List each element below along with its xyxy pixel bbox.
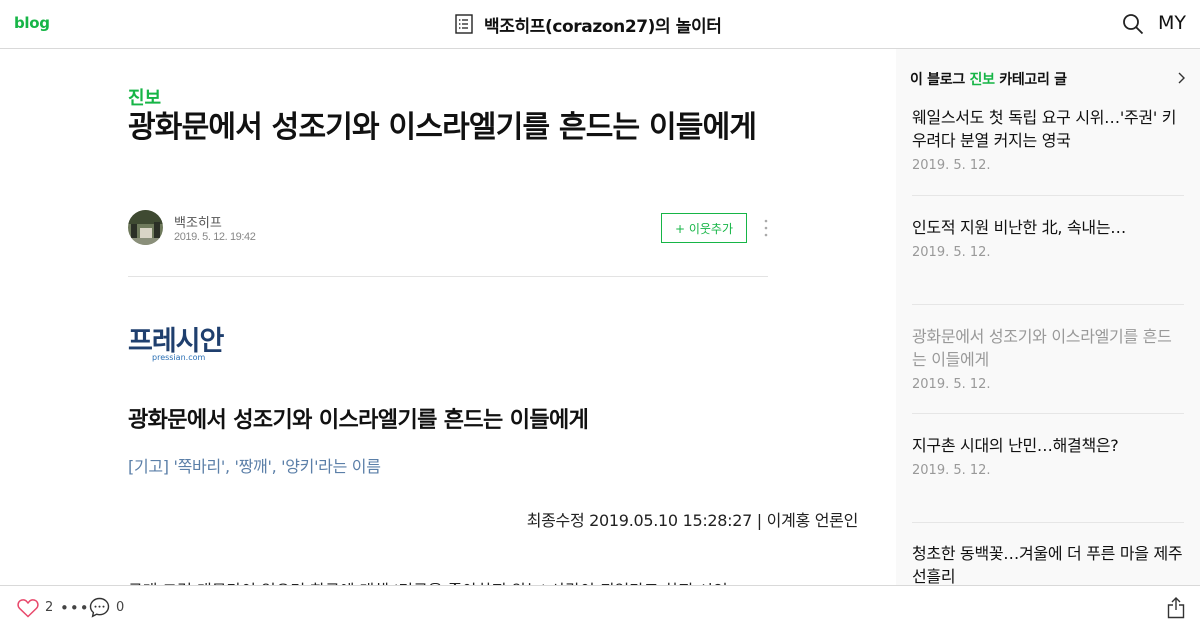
sidebar-post-item-current[interactable]: 광화문에서 성조기와 이스라엘기를 흔드는 이들에게 2019. 5. 12. xyxy=(912,325,1184,392)
post-content: 진보 광화문에서 성조기와 이스라엘기를 흔드는 이들에게 백조히프 2019.… xyxy=(0,49,896,585)
avatar[interactable] xyxy=(128,210,163,245)
post-category[interactable]: 진보 xyxy=(128,84,161,110)
chevron-right-icon[interactable] xyxy=(1176,71,1186,85)
article-meta: 최종수정 2019.05.10 15:28:27 | 이계홍 언론인 xyxy=(526,511,859,530)
likers-more-button[interactable]: ••• xyxy=(60,599,90,617)
sidebar-post-title: 청초한 동백꽃…겨울에 더 푸른 마을 제주 선흘리 xyxy=(912,544,1183,585)
blog-logo[interactable]: blog xyxy=(14,14,50,32)
sidebar-post-item[interactable]: 인도적 지원 비난한 北, 속내는… 2019. 5. 12. xyxy=(912,216,1184,260)
post-date: 2019. 5. 12. 19:42 xyxy=(174,231,256,243)
pressian-logo: 프레시안 pressian.com xyxy=(128,326,226,362)
share-icon[interactable] xyxy=(1167,597,1185,619)
sidebar-separator xyxy=(912,195,1184,196)
sidebar-post-item[interactable]: 청초한 동백꽃…겨울에 더 푸른 마을 제주 선흘리 xyxy=(912,542,1184,585)
my-menu-link[interactable]: MY xyxy=(1158,12,1186,34)
sidebar-post-title: 광화문에서 성조기와 이스라엘기를 흔드는 이들에게 xyxy=(912,327,1172,369)
comment-icon[interactable] xyxy=(89,597,110,618)
post-title: 광화문에서 성조기와 이스라엘기를 흔드는 이들에게 xyxy=(128,110,757,145)
sidebar-post-item[interactable]: 지구촌 시대의 난민…해결책은? 2019. 5. 12. xyxy=(912,434,1184,478)
sidebar-post-item[interactable]: 웨일스서도 첫 독립 요구 시위…'주권' 키우려다 분열 커지는 영국 201… xyxy=(912,106,1184,173)
sidebar-separator xyxy=(912,522,1184,523)
sidebar-post-date: 2019. 5. 12. xyxy=(912,158,991,173)
top-header: blog 백조히프(corazon27)의 놀이터 MY xyxy=(0,0,1200,49)
more-options-icon[interactable] xyxy=(763,218,769,238)
sidebar-post-date: 2019. 5. 12. xyxy=(912,377,991,392)
category-posts-sidebar: 이 블로그 진보 카테고리 글 웨일스서도 첫 독립 요구 시위…'주권' 키우… xyxy=(896,49,1200,585)
sidebar-post-title: 인도적 지원 비난한 北, 속내는… xyxy=(912,218,1126,237)
article-headline: 광화문에서 성조기와 이스라엘기를 흔드는 이들에게 xyxy=(128,408,589,433)
heart-icon[interactable] xyxy=(17,598,39,618)
article-subhead: [기고] '쪽바리', '짱깨', '양키'라는 이름 xyxy=(128,457,381,476)
svg-text:pressian.com: pressian.com xyxy=(152,353,205,362)
avatar-image xyxy=(128,210,163,245)
article-body: 근래 그런 대목만이 있으며 한국에 대해 '미군을 좋아하지 않는' 사람이 … xyxy=(128,577,858,585)
comment-count: 0 xyxy=(116,600,125,615)
bottom-action-bar: 2 ••• 0 xyxy=(0,585,1200,630)
sidebar-heading-suffix: 카테고리 글 xyxy=(999,72,1067,88)
sidebar-heading[interactable]: 이 블로그 진보 카테고리 글 xyxy=(910,69,1067,89)
add-neighbor-button[interactable]: + 이웃추가 xyxy=(661,213,747,243)
sidebar-post-title: 웨일스서도 첫 독립 요구 시위…'주권' 키우려다 분열 커지는 영국 xyxy=(912,108,1177,150)
blog-title-link[interactable]: 백조히프(corazon27)의 놀이터 xyxy=(455,13,722,37)
sidebar-post-date: 2019. 5. 12. xyxy=(912,463,991,478)
sidebar-post-date: 2019. 5. 12. xyxy=(912,245,991,260)
search-icon[interactable] xyxy=(1122,13,1144,35)
sidebar-separator xyxy=(912,304,1184,305)
header-divider xyxy=(128,276,768,277)
post-list-icon xyxy=(455,14,473,34)
sidebar-heading-prefix: 이 블로그 xyxy=(910,72,965,88)
blog-title: 백조히프(corazon27)의 놀이터 xyxy=(484,16,722,37)
sidebar-post-title: 지구촌 시대의 난민…해결책은? xyxy=(912,436,1119,455)
sidebar-heading-category: 진보 xyxy=(969,72,995,88)
sidebar-separator xyxy=(912,413,1184,414)
like-count: 2 xyxy=(45,600,54,615)
author-name[interactable]: 백조히프 xyxy=(174,212,222,231)
